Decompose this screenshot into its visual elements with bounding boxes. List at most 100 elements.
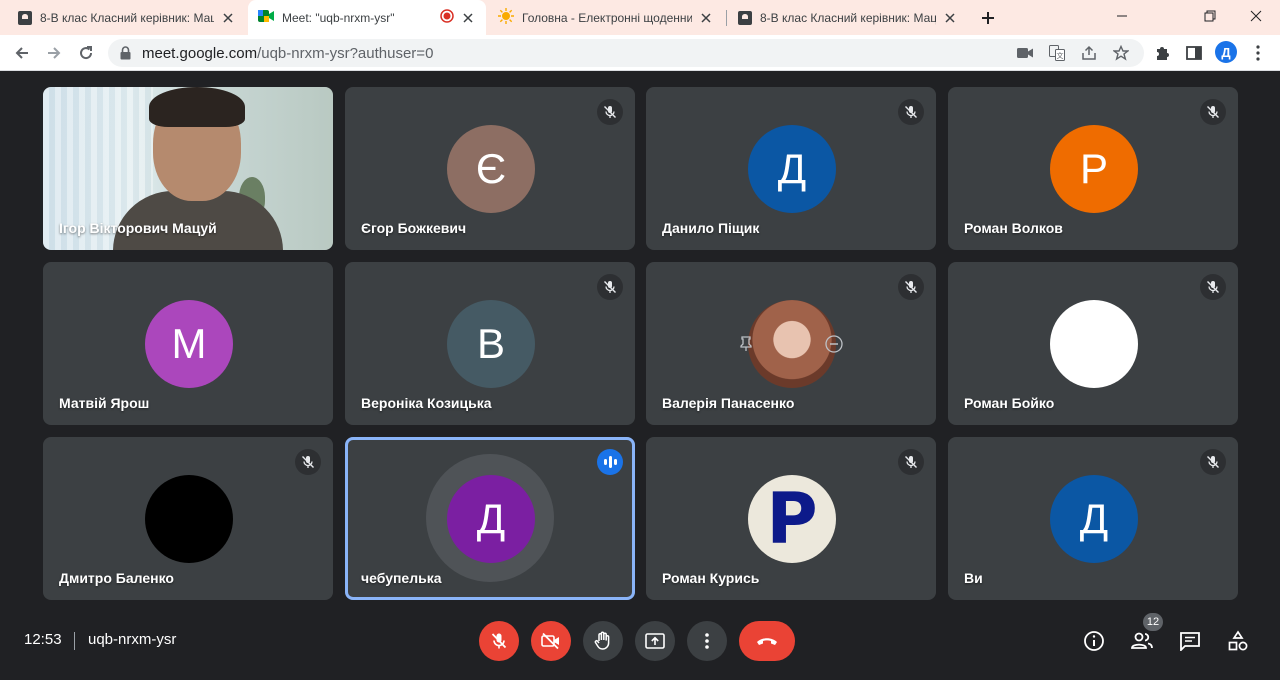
participant-count-badge: 12 bbox=[1143, 613, 1163, 631]
recording-icon bbox=[440, 9, 454, 26]
browser-toolbar: meet.google.com/uqb-nrxm-ysr?authuser=0 … bbox=[0, 35, 1280, 71]
close-icon[interactable] bbox=[698, 10, 714, 26]
participant-tile[interactable]: Валерія Панасенко bbox=[646, 262, 936, 425]
pin-icon[interactable] bbox=[736, 334, 756, 354]
participant-name: Данило Піщик bbox=[662, 220, 760, 236]
mic-off-icon bbox=[295, 449, 321, 475]
address-bar[interactable]: meet.google.com/uqb-nrxm-ysr?authuser=0 … bbox=[108, 39, 1144, 67]
participant-name: Ви bbox=[964, 570, 983, 586]
participant-name: Валерія Панасенко bbox=[662, 395, 795, 411]
side-panel-icon[interactable] bbox=[1182, 41, 1206, 65]
speaking-indicator-icon bbox=[597, 449, 623, 475]
hang-up-icon bbox=[757, 638, 777, 645]
meeting-code: uqb-nrxm-ysr bbox=[88, 631, 177, 648]
toggle-mic-button[interactable] bbox=[479, 621, 519, 661]
activities-button[interactable] bbox=[1223, 626, 1253, 656]
participant-tile-speaking[interactable]: Д чебупелька bbox=[345, 437, 635, 600]
hand-icon bbox=[594, 631, 610, 650]
svg-text:文: 文 bbox=[1057, 51, 1064, 60]
more-options-button[interactable] bbox=[687, 621, 727, 661]
meeting-clock: 12:53 bbox=[24, 631, 62, 648]
slides-icon bbox=[738, 10, 752, 25]
close-icon[interactable] bbox=[220, 10, 236, 26]
new-tab-button[interactable] bbox=[976, 6, 1000, 30]
present-icon bbox=[645, 633, 665, 649]
meeting-details-button[interactable] bbox=[1079, 626, 1109, 656]
bookmark-star-icon[interactable] bbox=[1112, 44, 1130, 62]
participant-avatar: Д bbox=[447, 475, 535, 563]
participant-name: Вероніка Козицька bbox=[361, 395, 492, 411]
restore-button[interactable] bbox=[1196, 4, 1224, 28]
participant-avatar bbox=[1050, 300, 1138, 388]
participant-tile[interactable]: P Роман Курись bbox=[646, 437, 936, 600]
participant-tile[interactable]: В Вероніка Козицька bbox=[345, 262, 635, 425]
participant-avatar: P bbox=[748, 475, 836, 563]
participant-avatar: Д bbox=[748, 125, 836, 213]
mic-off-icon bbox=[597, 274, 623, 300]
browser-tab[interactable]: Головна - Електронні щоденник bbox=[488, 0, 724, 35]
profile-avatar[interactable]: Д bbox=[1215, 41, 1237, 63]
participant-name: чебупелька bbox=[361, 570, 442, 586]
slides-icon bbox=[18, 10, 32, 25]
participant-avatar: Є bbox=[447, 125, 535, 213]
participant-tile[interactable]: Д Ви bbox=[948, 437, 1238, 600]
extensions-puzzle-icon[interactable] bbox=[1150, 41, 1174, 65]
chat-icon bbox=[1180, 632, 1200, 651]
activities-shapes-icon bbox=[1228, 630, 1248, 651]
reload-button[interactable] bbox=[74, 41, 98, 65]
raise-hand-button[interactable] bbox=[583, 621, 623, 661]
camera-off-icon bbox=[541, 632, 559, 650]
participant-name: Роман Волков bbox=[964, 220, 1063, 236]
participant-avatar: В bbox=[447, 300, 535, 388]
mic-off-icon bbox=[898, 449, 924, 475]
browser-tab-strip: 8-В клас Класний керівник: Мацу Meet: "u… bbox=[0, 0, 1280, 35]
forward-button[interactable] bbox=[42, 41, 66, 65]
participant-avatar: Д bbox=[1050, 475, 1138, 563]
browser-tab[interactable]: 8-В клас Класний керівник: Мацу bbox=[728, 0, 968, 35]
lock-icon bbox=[120, 46, 131, 65]
browser-tab-active[interactable]: Meet: "uqb-nrxm-ysr" bbox=[248, 0, 486, 35]
participant-name: Роман Курись bbox=[662, 570, 760, 586]
participant-tile[interactable]: Є Єгор Божкевич bbox=[345, 87, 635, 250]
url-text: meet.google.com/uqb-nrxm-ysr?authuser=0 bbox=[142, 45, 433, 62]
chat-button[interactable] bbox=[1175, 626, 1205, 656]
share-icon[interactable] bbox=[1080, 44, 1098, 62]
participant-avatar bbox=[145, 475, 233, 563]
participant-tile[interactable]: Р Роман Волков bbox=[948, 87, 1238, 250]
divider bbox=[74, 632, 75, 650]
menu-kebab-icon[interactable] bbox=[1246, 41, 1270, 65]
participant-photo bbox=[748, 300, 836, 388]
participant-tile[interactable]: Ігор Вікторович Мацуй bbox=[43, 87, 333, 250]
close-window-button[interactable] bbox=[1242, 4, 1270, 28]
tab-title: 8-В клас Класний керівник: Мацу bbox=[760, 10, 936, 25]
participant-tile[interactable]: М Матвій Ярош bbox=[43, 262, 333, 425]
leave-call-button[interactable] bbox=[739, 621, 795, 661]
participant-name: Єгор Божкевич bbox=[361, 220, 467, 236]
participant-tile[interactable]: Роман Бойко bbox=[948, 262, 1238, 425]
people-icon bbox=[1131, 632, 1153, 649]
translate-icon[interactable]: 文 bbox=[1048, 44, 1066, 62]
back-button[interactable] bbox=[10, 41, 34, 65]
mic-off-icon bbox=[1200, 449, 1226, 475]
minimize-button[interactable] bbox=[1108, 4, 1136, 28]
participant-avatar: М bbox=[145, 300, 233, 388]
url-path: /uqb-nrxm-ysr?authuser=0 bbox=[257, 45, 434, 62]
close-icon[interactable] bbox=[460, 10, 476, 26]
toggle-camera-button[interactable] bbox=[531, 621, 571, 661]
tab-title: Головна - Електронні щоденник bbox=[522, 10, 692, 25]
close-icon[interactable] bbox=[942, 10, 958, 26]
more-vert-icon bbox=[705, 633, 709, 649]
mic-off-icon bbox=[1200, 99, 1226, 125]
mic-off-icon bbox=[597, 99, 623, 125]
participant-name: Матвій Ярош bbox=[59, 395, 150, 411]
browser-tab[interactable]: 8-В клас Класний керівник: Мацу bbox=[8, 0, 246, 35]
participant-tile[interactable]: Дмитро Баленко bbox=[43, 437, 333, 600]
participant-tile[interactable]: Д Данило Піщик bbox=[646, 87, 936, 250]
camera-indicator-icon[interactable] bbox=[1016, 44, 1034, 62]
mic-off-icon bbox=[898, 99, 924, 125]
url-host: meet.google.com bbox=[142, 45, 258, 62]
tab-title: Meet: "uqb-nrxm-ysr" bbox=[282, 10, 395, 25]
remove-icon[interactable] bbox=[824, 334, 844, 354]
participant-name: Дмитро Баленко bbox=[59, 570, 174, 586]
present-screen-button[interactable] bbox=[635, 621, 675, 661]
